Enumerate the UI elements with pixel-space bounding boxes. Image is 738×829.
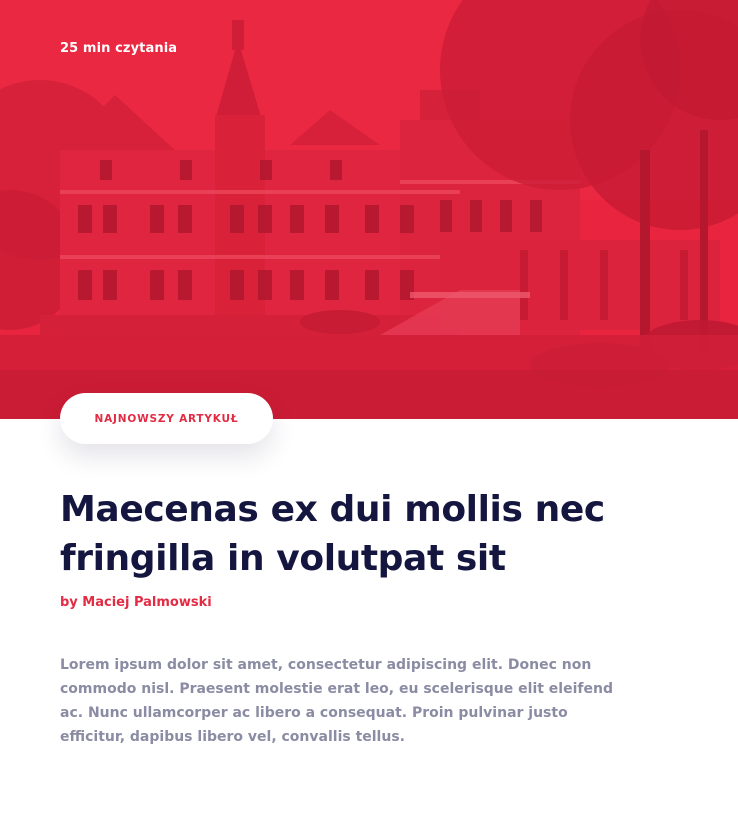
hero-image-palace: [0, 0, 738, 419]
hero-banner: 25 min czytania: [0, 0, 738, 419]
read-time: 25 min czytania: [60, 41, 178, 56]
latest-article-badge[interactable]: NAJNOWSZY ARTYKUŁ: [60, 393, 273, 444]
article-title[interactable]: Maecenas ex dui mollis nec fringilla in …: [60, 485, 680, 583]
latest-article-badge-label: NAJNOWSZY ARTYKUŁ: [94, 412, 239, 425]
article-author[interactable]: by Maciej Palmowski: [60, 595, 212, 610]
article-excerpt: Lorem ipsum dolor sit amet, consectetur …: [60, 657, 613, 745]
